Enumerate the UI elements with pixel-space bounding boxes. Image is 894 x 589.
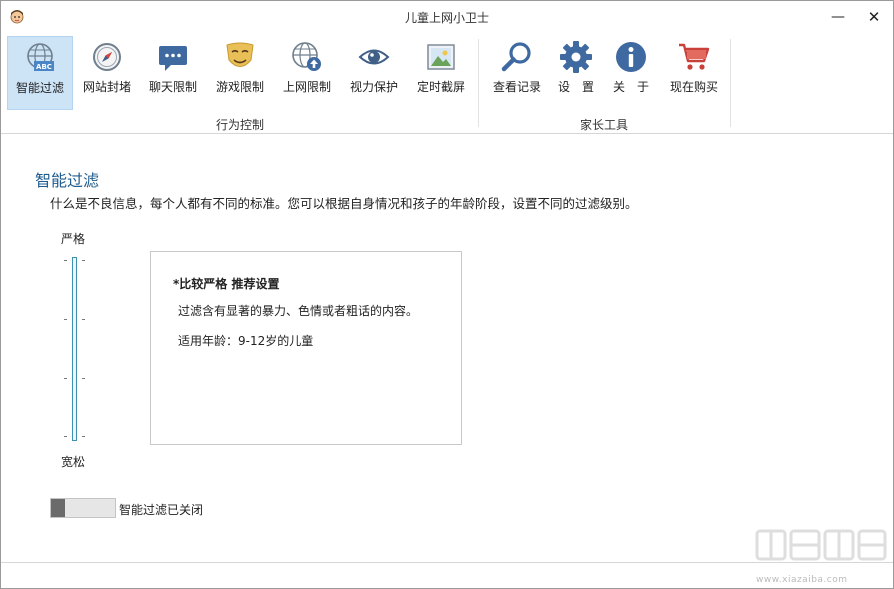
tool-chat-limit[interactable]: 聊天限制 (141, 36, 205, 108)
level-heading: *比较严格 推荐设置 (173, 277, 280, 291)
globe-upload-icon (292, 42, 321, 71)
gear-icon (560, 41, 592, 73)
picture-icon (427, 44, 455, 70)
tool-label: 现在购买 (669, 80, 718, 94)
slider-tick (82, 436, 85, 437)
tool-label: 关 于 (612, 80, 649, 94)
tool-eye-protect[interactable]: 视力保护 (342, 36, 406, 108)
tool-internet-limit[interactable]: 上网限制 (275, 36, 339, 108)
watermark-text: www.xiazaiba.com (756, 575, 848, 585)
slider-tick (82, 319, 85, 320)
tool-label: 视力保护 (349, 80, 398, 94)
group-separator (730, 39, 731, 127)
level-age: 适用年龄：9-12岁的儿童 (178, 334, 314, 348)
smart-filter-toggle[interactable] (50, 498, 116, 518)
title-bar: 儿童上网小卫士 — ✕ (1, 1, 893, 33)
slider-tick (82, 260, 85, 261)
group-label-parent-tools: 家长工具 (580, 118, 629, 132)
tool-timed-screenshot[interactable]: 定时截屏 (409, 36, 473, 108)
abc-globe-icon: ABC (27, 43, 54, 71)
section-title: 智能过滤 (35, 171, 100, 190)
strict-label: 严格 (61, 232, 86, 246)
slider-tick (64, 378, 67, 379)
tool-label: 网站封堵 (82, 80, 131, 94)
filter-level-slider[interactable] (72, 257, 77, 441)
slider-tick (82, 378, 85, 379)
toggle-status-label: 智能过滤已关闭 (119, 503, 204, 517)
section-description: 什么是不良信息，每个人都有不同的标准。您可以根据自身情况和孩子的年龄阶段，设置不… (50, 196, 638, 211)
slider-tick (64, 260, 67, 261)
tool-label: 上网限制 (282, 80, 331, 94)
chat-bubble-icon (159, 46, 187, 71)
tool-smart-filter[interactable]: ABC 智能过滤 (7, 36, 73, 110)
ribbon-toolbar: ABC 智能过滤 网站封堵 聊天限制 游戏限制 上网限制 视力保护 定时截屏 行… (1, 33, 893, 134)
level-detail: 过滤含有显著的暴力、色情或者粗话的内容。 (178, 304, 419, 318)
tool-label: 查看记录 (492, 80, 541, 94)
tool-game-limit[interactable]: 游戏限制 (208, 36, 272, 108)
info-icon (616, 42, 646, 72)
minimize-button[interactable]: — (827, 7, 849, 27)
app-window: 儿童上网小卫士 — ✕ ABC 智能过滤 网站封堵 聊天限制 游戏限制 上网限制… (0, 0, 894, 589)
tool-label: 智能过滤 (15, 81, 64, 95)
level-info-box: *比较严格 推荐设置 过滤含有显著的暴力、色情或者粗话的内容。 适用年龄：9-1… (150, 251, 462, 445)
loose-label: 宽松 (61, 455, 86, 469)
toggle-knob (51, 499, 65, 517)
tool-site-block[interactable]: 网站封堵 (75, 36, 139, 108)
close-button[interactable]: ✕ (863, 7, 885, 27)
tool-about[interactable]: 关 于 (599, 36, 663, 108)
compass-icon (93, 43, 121, 71)
tool-label: 游戏限制 (215, 80, 264, 94)
group-separator (478, 39, 479, 127)
tool-view-records[interactable]: 查看记录 (485, 36, 549, 108)
drama-mask-icon (226, 42, 254, 67)
eye-icon (358, 49, 390, 65)
window-title: 儿童上网小卫士 (404, 11, 489, 25)
tool-label: 聊天限制 (148, 80, 197, 94)
slider-tick (64, 319, 67, 320)
cart-icon (679, 43, 710, 70)
tool-buy-now[interactable]: 现在购买 (662, 36, 726, 108)
tool-label: 定时截屏 (416, 80, 465, 94)
svg-text:ABC: ABC (36, 63, 52, 71)
magnifier-icon (501, 42, 531, 72)
slider-tick (64, 436, 67, 437)
group-label-behavior: 行为控制 (216, 118, 265, 132)
